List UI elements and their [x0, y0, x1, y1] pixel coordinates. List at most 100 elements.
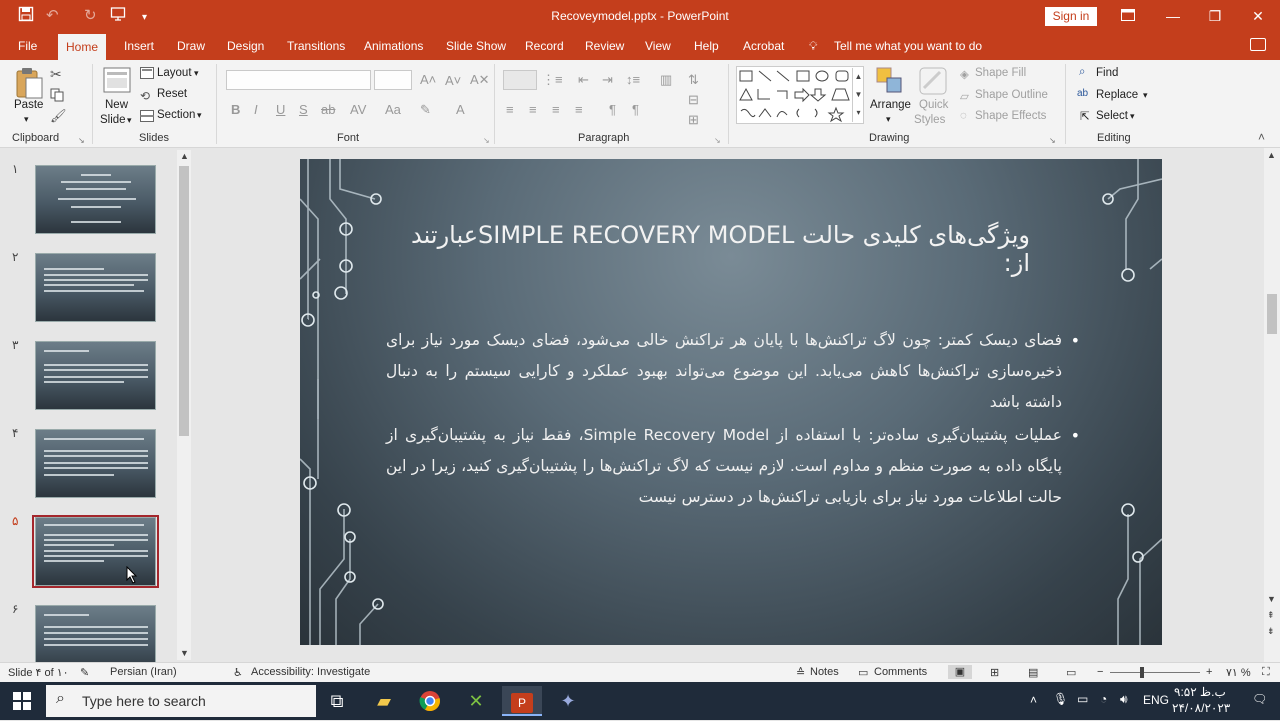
columns-icon[interactable]: ▥ — [660, 72, 672, 88]
shapes-gallery[interactable] — [736, 66, 864, 124]
replace-button[interactable]: Replace — [1096, 89, 1138, 101]
current-slide[interactable]: ویژگی‌های کلیدی حالت SIMPLE RECOVERY MOD… — [300, 159, 1162, 645]
undo-icon[interactable]: ↶ — [46, 6, 59, 26]
shape-outline-button[interactable]: Shape Outline — [975, 89, 1048, 101]
clipboard-launcher-icon[interactable]: ↘ — [78, 136, 85, 145]
tab-record[interactable]: Record — [517, 32, 572, 60]
section-button[interactable]: Section — [157, 109, 195, 121]
close-icon[interactable]: ✕ — [1243, 5, 1273, 27]
tab-insert[interactable]: Insert — [116, 32, 162, 60]
paste-dropdown-icon[interactable]: ▾ — [24, 114, 29, 125]
shape-effects-button[interactable]: Shape Effects — [975, 110, 1046, 122]
tab-review[interactable]: Review — [577, 32, 632, 60]
slide-thumbnail-2[interactable] — [35, 253, 156, 322]
rtl-direction-icon[interactable]: ¶ — [632, 102, 639, 117]
tab-design[interactable]: Design — [219, 32, 272, 60]
new-slide-icon[interactable] — [103, 66, 131, 99]
tab-view[interactable]: View — [637, 32, 679, 60]
windows-start-icon[interactable] — [2, 686, 42, 716]
file-explorer-icon[interactable]: ▰ — [364, 686, 404, 716]
volume-icon[interactable]: 🔊︎ — [1120, 692, 1128, 707]
shape-fill-button[interactable]: Shape Fill — [975, 67, 1026, 79]
comments-button[interactable]: Comments — [874, 666, 927, 678]
zoom-out-icon[interactable]: − — [1097, 666, 1103, 678]
previous-slide-icon[interactable]: ⇞ — [1267, 610, 1275, 621]
scroll-up-icon[interactable]: ▲ — [180, 151, 189, 161]
ribbon-display-options-icon[interactable] — [1113, 5, 1143, 27]
arrange-dropdown-icon[interactable]: ▾ — [886, 114, 891, 125]
comments-icon[interactable] — [1250, 38, 1266, 51]
align-left-icon[interactable]: ≡ — [506, 102, 514, 117]
section-dropdown-icon[interactable]: ▾ — [197, 110, 202, 121]
align-center-icon[interactable]: ≡ — [529, 102, 537, 117]
clock-date[interactable]: ۲۴/۰۸/۲۰۲۳ — [1172, 701, 1230, 715]
minimize-icon[interactable]: — — [1158, 5, 1188, 27]
save-icon[interactable] — [18, 6, 34, 28]
font-color-icon[interactable]: A — [456, 102, 465, 117]
input-language[interactable]: ENG — [1143, 693, 1169, 707]
app-icon[interactable]: ✕ — [456, 686, 496, 716]
text-shadow-icon[interactable]: S — [299, 102, 308, 117]
canvas-scrollbar[interactable]: ▲ ▼ ⇞ ⇟ — [1264, 148, 1280, 662]
zoom-slider-thumb[interactable] — [1140, 667, 1144, 678]
select-button[interactable]: Select — [1096, 110, 1128, 122]
numbering-icon[interactable]: ⋮≡ — [542, 72, 563, 88]
maximize-icon[interactable]: ❐ — [1200, 5, 1230, 27]
battery-icon[interactable]: ▭ — [1077, 692, 1088, 706]
thumbnail-scroll-thumb[interactable] — [179, 166, 189, 436]
slide-sorter-icon[interactable]: ⊞ — [990, 666, 999, 679]
tab-animations[interactable]: Animations — [356, 32, 431, 60]
paste-icon[interactable] — [14, 66, 44, 103]
reset-button[interactable]: Reset — [157, 88, 187, 100]
layout-dropdown-icon[interactable]: ▾ — [194, 68, 199, 79]
ltr-direction-icon[interactable]: ¶ — [609, 102, 616, 117]
canvas-scroll-thumb[interactable] — [1267, 294, 1277, 334]
font-name-combobox[interactable] — [226, 70, 371, 90]
accessibility-status[interactable]: Accessibility: Investigate — [251, 666, 370, 678]
slide-body[interactable]: فضای دیسک کمتر: چون لاگ تراکنش‌ها با پای… — [386, 325, 1080, 515]
bullets-icon[interactable] — [503, 70, 537, 90]
normal-view-icon[interactable]: ▣ — [948, 665, 972, 679]
new-slide-label-2[interactable]: Slide — [100, 114, 126, 126]
cut-icon[interactable]: ✂ — [50, 66, 62, 83]
justify-icon[interactable]: ≡ — [575, 102, 583, 117]
paste-button[interactable]: Paste — [14, 99, 43, 111]
tab-acrobat[interactable]: Acrobat — [735, 32, 792, 60]
replace-dropdown-icon[interactable]: ▾ — [1143, 90, 1148, 101]
increase-font-size-icon[interactable]: A˄ — [420, 72, 436, 87]
microphone-icon[interactable]: 🎙︎ — [1053, 692, 1068, 706]
paragraph-launcher-icon[interactable]: ↘ — [714, 136, 721, 145]
tab-home[interactable]: Home — [58, 34, 107, 60]
arrange-icon[interactable] — [875, 66, 905, 99]
customize-quick-access-icon[interactable]: ▾ — [142, 8, 147, 28]
redo-icon[interactable]: ↻ — [84, 6, 97, 26]
layout-icon[interactable] — [140, 67, 154, 82]
tell-me-search[interactable]: Tell me what you want to do — [834, 32, 982, 60]
new-slide-dropdown-icon[interactable]: ▾ — [127, 115, 132, 126]
italic-icon[interactable]: I — [254, 102, 258, 117]
decrease-font-size-icon[interactable]: A˅ — [445, 73, 461, 88]
change-case-icon[interactable]: Aa — [385, 102, 401, 117]
arrange-button[interactable]: Arrange — [870, 99, 911, 111]
quick-styles-label-2[interactable]: Styles — [914, 114, 945, 126]
tab-help[interactable]: Help — [686, 32, 727, 60]
slide-title[interactable]: ویژگی‌های کلیدی حالت SIMPLE RECOVERY MOD… — [380, 221, 1030, 277]
scroll-down-icon[interactable]: ▼ — [1267, 594, 1276, 604]
zoom-level[interactable]: ۷۱ % — [1226, 666, 1251, 679]
show-hidden-icons[interactable]: ˄ — [1030, 693, 1037, 707]
find-button[interactable]: Find — [1096, 67, 1118, 79]
select-dropdown-icon[interactable]: ▾ — [1130, 111, 1135, 122]
shapes-gallery-scroll-icon[interactable]: ▲ ▼ ▾ — [852, 68, 864, 122]
copy-icon[interactable] — [50, 88, 64, 105]
tab-slide-show[interactable]: Slide Show — [438, 32, 514, 60]
font-size-combobox[interactable] — [374, 70, 412, 90]
reset-icon[interactable]: ⟲ — [140, 89, 150, 103]
new-slide-label-1[interactable]: New — [105, 99, 128, 111]
scroll-down-icon[interactable]: ▼ — [180, 648, 189, 658]
smartart-icon[interactable]: ⊞ — [688, 112, 699, 128]
collapse-ribbon-icon[interactable]: ˄ — [1258, 130, 1265, 144]
quick-styles-label-1[interactable]: Quick — [919, 99, 948, 111]
strikethrough-icon[interactable]: ab — [321, 102, 335, 117]
tab-transitions[interactable]: Transitions — [279, 32, 353, 60]
scroll-up-icon[interactable]: ▲ — [1267, 150, 1276, 160]
